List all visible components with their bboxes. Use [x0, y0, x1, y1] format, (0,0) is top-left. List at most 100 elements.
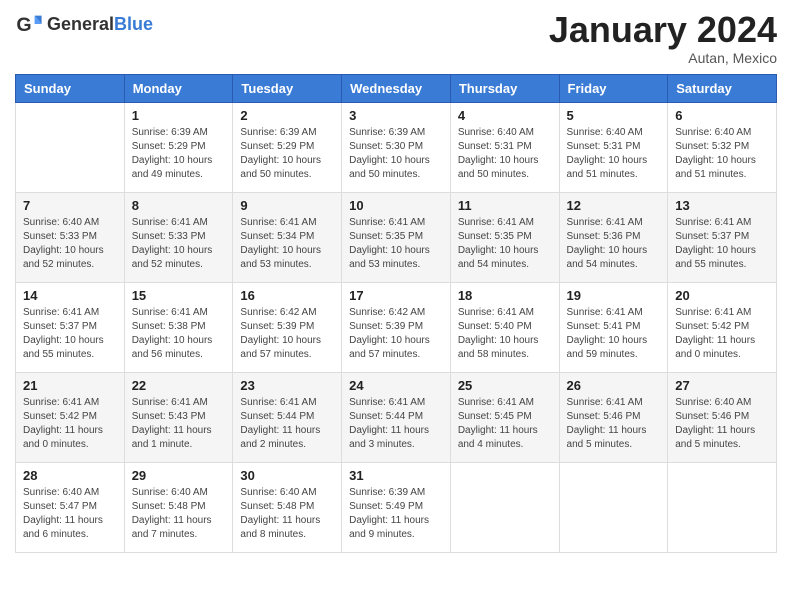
day-number: 30 [240, 468, 334, 483]
calendar-cell: 22 Sunrise: 6:41 AMSunset: 5:43 PMDayligh… [124, 372, 233, 462]
svg-text:G: G [16, 14, 31, 36]
day-info: Sunrise: 6:40 AMSunset: 5:31 PMDaylight:… [567, 126, 661, 182]
calendar-week-row: 1 Sunrise: 6:39 AMSunset: 5:29 PMDaylight… [16, 102, 777, 192]
calendar-cell: 20 Sunrise: 6:41 AMSunset: 5:42 PMDayligh… [668, 282, 777, 372]
calendar-cell: 2 Sunrise: 6:39 AMSunset: 5:29 PMDaylight… [233, 102, 342, 192]
calendar-cell: 30Sunrise: 6:40 AMSunset: 5:48 PMDayligh… [233, 462, 342, 552]
day-number: 14 [23, 288, 117, 303]
calendar-week-row: 21 Sunrise: 6:41 AMSunset: 5:42 PMDayligh… [16, 372, 777, 462]
day-info: Sunrise: 6:41 AMSunset: 5:44 PMDaylight:… [240, 396, 334, 452]
day-info: Sunrise: 6:39 AMSunset: 5:29 PMDaylight:… [240, 126, 334, 182]
day-number: 15 [132, 288, 226, 303]
day-number: 6 [675, 108, 769, 123]
calendar-cell: 12Sunrise: 6:41 AMSunset: 5:36 PMDayligh… [559, 192, 668, 282]
calendar-cell: 28 Sunrise: 6:40 AMSunset: 5:47 PMDayligh… [16, 462, 125, 552]
calendar-cell: 24Sunrise: 6:41 AMSunset: 5:44 PMDayligh… [342, 372, 451, 462]
day-number: 16 [240, 288, 334, 303]
calendar-cell: 25 Sunrise: 6:41 AMSunset: 5:45 PMDayligh… [450, 372, 559, 462]
day-info: Sunrise: 6:41 AMSunset: 5:40 PMDaylight:… [458, 306, 552, 362]
calendar-cell: 4Sunrise: 6:40 AMSunset: 5:31 PMDaylight… [450, 102, 559, 192]
calendar-cell: 6 Sunrise: 6:40 AMSunset: 5:32 PMDaylight… [668, 102, 777, 192]
day-number: 22 [132, 378, 226, 393]
calendar-cell: 17Sunrise: 6:42 AMSunset: 5:39 PMDayligh… [342, 282, 451, 372]
day-number: 18 [458, 288, 552, 303]
day-number: 25 [458, 378, 552, 393]
calendar-cell: 27 Sunrise: 6:40 AMSunset: 5:46 PMDayligh… [668, 372, 777, 462]
day-info: Sunrise: 6:41 AMSunset: 5:42 PMDaylight:… [23, 396, 117, 452]
weekday-header-cell: Sunday [16, 74, 125, 102]
calendar-cell: 13Sunrise: 6:41 AMSunset: 5:37 PMDayligh… [668, 192, 777, 282]
day-info: Sunrise: 6:40 AMSunset: 5:33 PMDaylight:… [23, 216, 117, 272]
day-number: 12 [567, 198, 661, 213]
calendar-cell: 16Sunrise: 6:42 AMSunset: 5:39 PMDayligh… [233, 282, 342, 372]
calendar-cell [16, 102, 125, 192]
day-info: Sunrise: 6:42 AMSunset: 5:39 PMDaylight:… [349, 306, 443, 362]
calendar-cell: 7 Sunrise: 6:40 AMSunset: 5:33 PMDaylight… [16, 192, 125, 282]
calendar-cell: 18 Sunrise: 6:41 AMSunset: 5:40 PMDayligh… [450, 282, 559, 372]
calendar-cell: 14 Sunrise: 6:41 AMSunset: 5:37 PMDayligh… [16, 282, 125, 372]
day-number: 31 [349, 468, 443, 483]
day-number: 1 [132, 108, 226, 123]
logo: G GeneralBlue [15, 10, 153, 38]
day-number: 23 [240, 378, 334, 393]
day-info: Sunrise: 6:40 AMSunset: 5:31 PMDaylight:… [458, 126, 552, 182]
weekday-header-cell: Thursday [450, 74, 559, 102]
header: G GeneralBlue January 2024 Autan, Mexico [15, 10, 777, 66]
weekday-header-row: SundayMondayTuesdayWednesdayThursdayFrid… [16, 74, 777, 102]
day-info: Sunrise: 6:40 AMSunset: 5:47 PMDaylight:… [23, 486, 117, 542]
day-info: Sunrise: 6:41 AMSunset: 5:34 PMDaylight:… [240, 216, 334, 272]
day-info: Sunrise: 6:40 AMSunset: 5:32 PMDaylight:… [675, 126, 769, 182]
calendar-cell: 8 Sunrise: 6:41 AMSunset: 5:33 PMDaylight… [124, 192, 233, 282]
logo-icon: G [15, 10, 43, 38]
day-number: 2 [240, 108, 334, 123]
day-info: Sunrise: 6:41 AMSunset: 5:38 PMDaylight:… [132, 306, 226, 362]
calendar-cell: 1 Sunrise: 6:39 AMSunset: 5:29 PMDaylight… [124, 102, 233, 192]
day-info: Sunrise: 6:41 AMSunset: 5:45 PMDaylight:… [458, 396, 552, 452]
day-number: 10 [349, 198, 443, 213]
month-title: January 2024 [549, 10, 777, 50]
weekday-header-cell: Monday [124, 74, 233, 102]
day-number: 8 [132, 198, 226, 213]
day-info: Sunrise: 6:40 AMSunset: 5:46 PMDaylight:… [675, 396, 769, 452]
calendar-cell: 5 Sunrise: 6:40 AMSunset: 5:31 PMDaylight… [559, 102, 668, 192]
calendar-cell: 11Sunrise: 6:41 AMSunset: 5:35 PMDayligh… [450, 192, 559, 282]
day-info: Sunrise: 6:41 AMSunset: 5:37 PMDaylight:… [23, 306, 117, 362]
calendar-cell [450, 462, 559, 552]
calendar-week-row: 7 Sunrise: 6:40 AMSunset: 5:33 PMDaylight… [16, 192, 777, 282]
day-number: 13 [675, 198, 769, 213]
day-info: Sunrise: 6:39 AMSunset: 5:30 PMDaylight:… [349, 126, 443, 182]
calendar-cell: 10 Sunrise: 6:41 AMSunset: 5:35 PMDayligh… [342, 192, 451, 282]
day-number: 5 [567, 108, 661, 123]
calendar-cell: 19 Sunrise: 6:41 AMSunset: 5:41 PMDayligh… [559, 282, 668, 372]
day-info: Sunrise: 6:39 AMSunset: 5:29 PMDaylight:… [132, 126, 226, 182]
day-number: 19 [567, 288, 661, 303]
weekday-header-cell: Friday [559, 74, 668, 102]
day-info: Sunrise: 6:41 AMSunset: 5:44 PMDaylight:… [349, 396, 443, 452]
day-number: 20 [675, 288, 769, 303]
day-info: Sunrise: 6:39 AMSunset: 5:49 PMDaylight:… [349, 486, 443, 542]
day-info: Sunrise: 6:41 AMSunset: 5:41 PMDaylight:… [567, 306, 661, 362]
calendar-cell [559, 462, 668, 552]
calendar-week-row: 14 Sunrise: 6:41 AMSunset: 5:37 PMDayligh… [16, 282, 777, 372]
day-number: 7 [23, 198, 117, 213]
day-info: Sunrise: 6:41 AMSunset: 5:43 PMDaylight:… [132, 396, 226, 452]
day-number: 9 [240, 198, 334, 213]
day-number: 21 [23, 378, 117, 393]
day-number: 28 [23, 468, 117, 483]
day-info: Sunrise: 6:41 AMSunset: 5:42 PMDaylight:… [675, 306, 769, 362]
weekday-header-cell: Saturday [668, 74, 777, 102]
calendar-cell: 3 Sunrise: 6:39 AMSunset: 5:30 PMDaylight… [342, 102, 451, 192]
day-info: Sunrise: 6:41 AMSunset: 5:46 PMDaylight:… [567, 396, 661, 452]
day-info: Sunrise: 6:41 AMSunset: 5:33 PMDaylight:… [132, 216, 226, 272]
day-number: 3 [349, 108, 443, 123]
day-info: Sunrise: 6:41 AMSunset: 5:35 PMDaylight:… [349, 216, 443, 272]
logo-general-text: General [47, 14, 114, 34]
calendar-body: 1 Sunrise: 6:39 AMSunset: 5:29 PMDaylight… [16, 102, 777, 552]
day-info: Sunrise: 6:40 AMSunset: 5:48 PMDaylight:… [132, 486, 226, 542]
weekday-header-cell: Tuesday [233, 74, 342, 102]
calendar-cell: 31 Sunrise: 6:39 AMSunset: 5:49 PMDayligh… [342, 462, 451, 552]
calendar-cell [668, 462, 777, 552]
day-number: 27 [675, 378, 769, 393]
title-area: January 2024 Autan, Mexico [549, 10, 777, 66]
calendar-cell: 21 Sunrise: 6:41 AMSunset: 5:42 PMDayligh… [16, 372, 125, 462]
